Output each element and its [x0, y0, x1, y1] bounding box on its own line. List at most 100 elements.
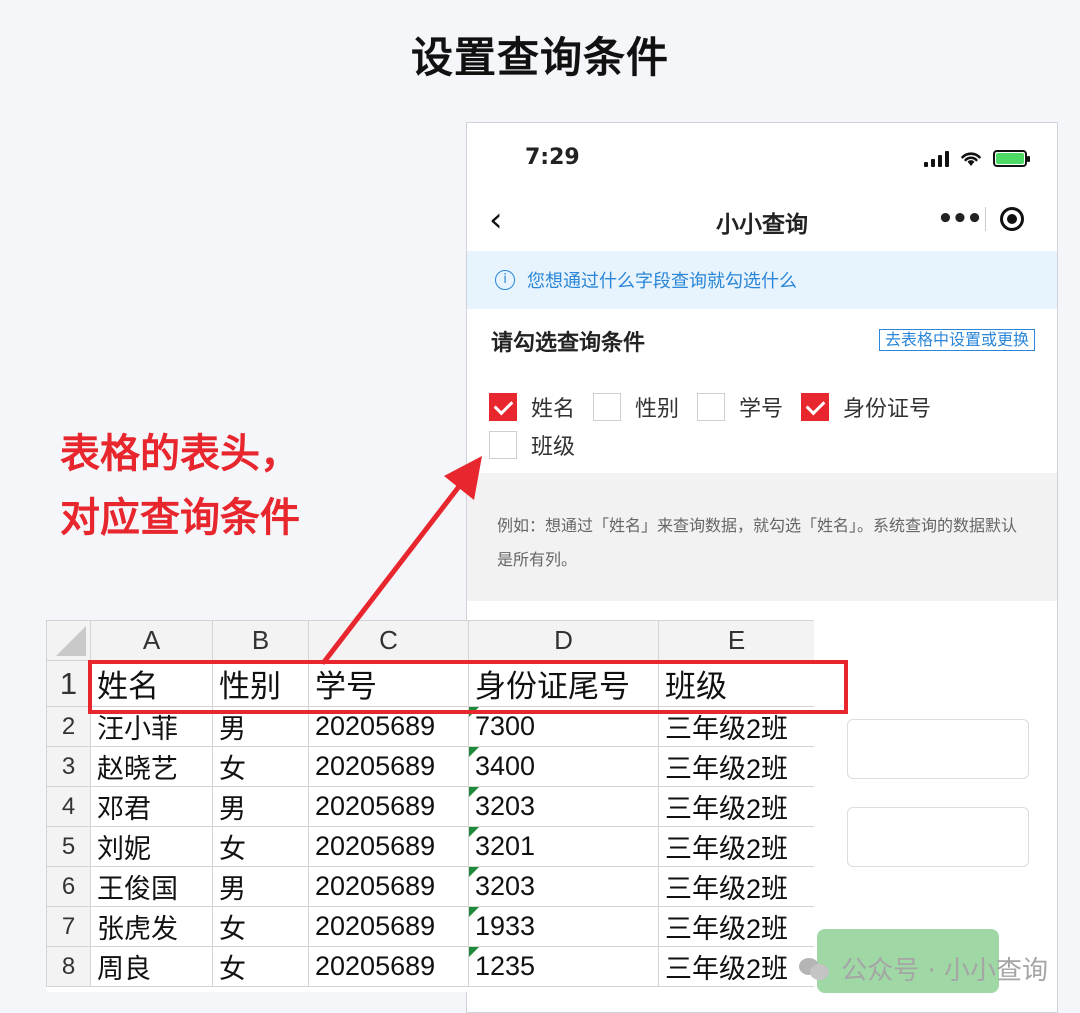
hint-area: 例如：想通过「姓名」来查询数据，就勾选「姓名」。系统查询的数据默认是所有列。 [467, 473, 1057, 601]
checkbox-row: 班级 [489, 427, 1035, 463]
row-number[interactable]: 4 [46, 786, 91, 827]
checkbox-class[interactable]: 班级 [489, 429, 575, 461]
row-number[interactable]: 3 [46, 746, 91, 787]
table-cell[interactable]: 三年级2班 [658, 746, 814, 787]
table-cell[interactable]: 女 [212, 746, 309, 787]
table-cell[interactable]: 三年级2班 [658, 706, 814, 747]
column-header[interactable]: C [308, 620, 469, 661]
table-cell[interactable]: 20205689 [308, 866, 469, 907]
table-cell[interactable]: 20205689 [308, 946, 469, 987]
table-cell[interactable]: 3201 [468, 826, 659, 867]
table-cell[interactable]: 邓君 [90, 786, 213, 827]
checkbox-unchecked[interactable] [593, 393, 622, 421]
table-cell[interactable]: 女 [212, 906, 309, 947]
table-row: 5 刘妮 女 20205689 3201 三年级2班 [46, 826, 814, 867]
row-number[interactable]: 7 [46, 906, 91, 947]
checkbox-student-id[interactable]: 学号 [697, 391, 783, 423]
signal-icon [924, 151, 949, 167]
checkbox-label: 身份证号 [843, 397, 932, 422]
info-text: 您想通过什么字段查询就勾选什么 [527, 271, 797, 292]
table-cell[interactable]: 刘妮 [90, 826, 213, 867]
table-cell[interactable]: 20205689 [308, 906, 469, 947]
header-cell[interactable]: 身份证尾号 [468, 660, 659, 707]
row-number[interactable]: 2 [46, 706, 91, 747]
column-header[interactable]: E [658, 620, 814, 661]
table-cell[interactable]: 三年级2班 [658, 866, 814, 907]
table-cell[interactable]: 3400 [468, 746, 659, 787]
more-icon[interactable]: ••• [933, 206, 985, 232]
table-cell[interactable]: 男 [212, 786, 309, 827]
table-cell[interactable]: 20205689 [308, 706, 469, 747]
table-cell[interactable]: 7300 [468, 706, 659, 747]
table-cell[interactable]: 男 [212, 706, 309, 747]
table-cell[interactable]: 周良 [90, 946, 213, 987]
hint-text: 例如：想通过「姓名」来查询数据，就勾选「姓名」。系统查询的数据默认是所有列。 [497, 516, 1018, 569]
table-cell[interactable]: 三年级2班 [658, 786, 814, 827]
row-number[interactable]: 5 [46, 826, 91, 867]
table-cell[interactable]: 3203 [468, 866, 659, 907]
table-cell[interactable]: 三年级2班 [658, 826, 814, 867]
table-cell[interactable]: 赵晓艺 [90, 746, 213, 787]
table-cell[interactable]: 女 [212, 826, 309, 867]
header-cell[interactable]: 姓名 [90, 660, 213, 707]
header-cell[interactable]: 班级 [658, 660, 814, 707]
condition-checkbox-group: 姓名 性别 学号 身份证号 班级 [489, 389, 1035, 465]
column-header[interactable]: D [468, 620, 659, 661]
row-number[interactable]: 1 [46, 660, 91, 707]
table-row: 3 赵晓艺 女 20205689 3400 三年级2班 [46, 746, 814, 787]
checkbox-unchecked[interactable] [697, 393, 726, 421]
query-input-field[interactable] [847, 807, 1029, 867]
query-input-field[interactable] [847, 719, 1029, 779]
table-cell[interactable]: 1933 [468, 906, 659, 947]
table-cell[interactable]: 三年级2班 [658, 906, 814, 947]
checkbox-label: 班级 [531, 435, 576, 460]
wechat-icon [799, 956, 831, 982]
table-row: 7 张虎发 女 20205689 1933 三年级2班 [46, 906, 814, 947]
table-row: 2 汪小菲 男 20205689 7300 三年级2班 [46, 706, 814, 747]
spreadsheet-table: A B C D E 1 姓名 性别 学号 身份证尾号 班级 2 汪小菲 男 20… [46, 620, 814, 987]
checkbox-checked[interactable] [489, 393, 517, 421]
table-row: 8 周良 女 20205689 1235 三年级2班 [46, 946, 814, 987]
column-header[interactable]: A [90, 620, 213, 661]
checkbox-row: 姓名 性别 学号 身份证号 [489, 389, 1035, 425]
annotation-line: 表格的表头， [60, 431, 300, 477]
table-cell[interactable]: 女 [212, 946, 309, 987]
checkbox-label: 性别 [635, 397, 680, 422]
watermark-text: 公众号 · 小小查询 [841, 956, 1048, 986]
checkbox-checked[interactable] [801, 393, 830, 421]
select-all-corner[interactable] [46, 620, 91, 661]
battery-icon [993, 150, 1030, 167]
row-number[interactable]: 8 [46, 946, 91, 987]
page-title: 设置查询条件 [410, 33, 669, 82]
change-in-sheet-link[interactable]: 去表格中设置或更换 [878, 329, 1035, 351]
checkbox-gender[interactable]: 性别 [593, 391, 679, 423]
checkbox-id-number[interactable]: 身份证号 [801, 391, 931, 423]
table-cell[interactable]: 20205689 [308, 746, 469, 787]
close-target-icon[interactable] [986, 207, 1038, 231]
status-icons [924, 149, 1030, 167]
header-cell[interactable]: 性别 [212, 660, 309, 707]
table-cell[interactable]: 20205689 [308, 786, 469, 827]
table-cell[interactable]: 1235 [468, 946, 659, 987]
spreadsheet: A B C D E 1 姓名 性别 学号 身份证尾号 班级 2 汪小菲 男 20… [46, 620, 814, 992]
table-cell[interactable]: 3203 [468, 786, 659, 827]
checkbox-label: 学号 [739, 397, 784, 422]
table-cell[interactable]: 三年级2班 [658, 946, 814, 987]
table-cell[interactable]: 王俊国 [90, 866, 213, 907]
table-cell[interactable]: 张虎发 [90, 906, 213, 947]
column-header[interactable]: B [212, 620, 309, 661]
table-cell[interactable]: 男 [212, 866, 309, 907]
header-cell[interactable]: 学号 [308, 660, 469, 707]
annotation-text: 表格的表头， 对应查询条件 [60, 422, 300, 550]
checkbox-label: 姓名 [531, 397, 576, 422]
table-cell[interactable]: 20205689 [308, 826, 469, 867]
checkbox-name[interactable]: 姓名 [489, 391, 575, 423]
checkbox-unchecked[interactable] [489, 431, 517, 459]
row-number[interactable]: 6 [46, 866, 91, 907]
status-time: 7:29 [525, 145, 580, 170]
condition-title: 请勾选查询条件 [491, 331, 646, 356]
watermark: 公众号 · 小小查询 [799, 950, 1048, 987]
table-cell[interactable]: 汪小菲 [90, 706, 213, 747]
mini-program-capsule: ••• [933, 199, 1039, 239]
table-row: 4 邓君 男 20205689 3203 三年级2班 [46, 786, 814, 827]
